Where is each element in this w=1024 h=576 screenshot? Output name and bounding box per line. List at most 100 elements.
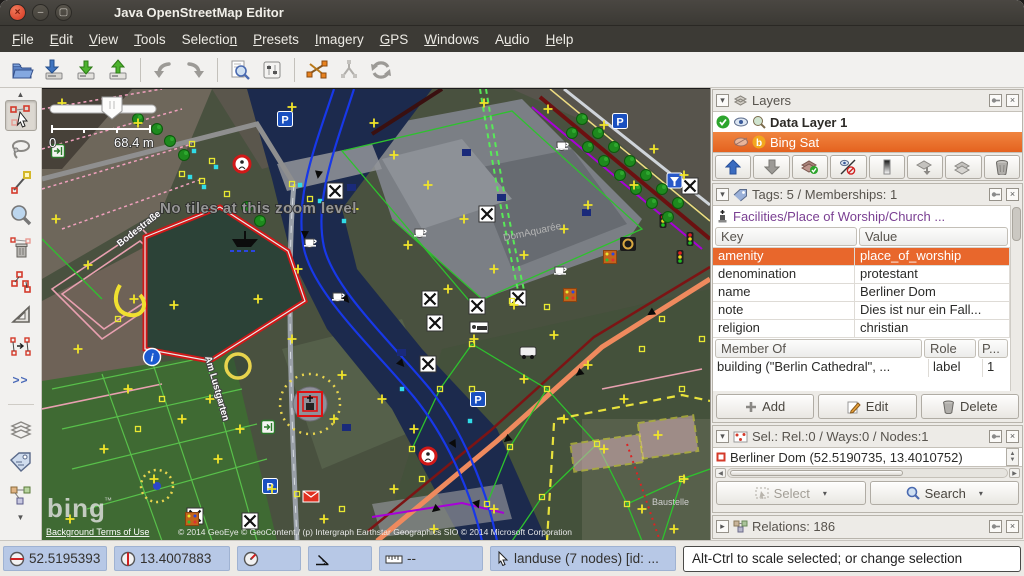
angle-snap-tool[interactable] (5, 298, 37, 329)
menu-audio[interactable]: Audio (487, 28, 538, 51)
selection-horizontal-scrollbar[interactable]: ◀ ▶ (713, 467, 1022, 479)
undo-button[interactable] (147, 55, 179, 85)
maximize-window-button[interactable]: ▢ (55, 4, 72, 21)
stick-selection-button[interactable] (989, 430, 1002, 443)
layer-merge-button[interactable] (907, 155, 943, 179)
layers-dialog-toggle[interactable] (5, 414, 37, 445)
combine-way-button[interactable] (333, 55, 365, 85)
window-controls: × – ▢ (9, 4, 72, 21)
add-tag-button[interactable]: Add (716, 394, 814, 419)
edit-tag-button[interactable]: Edit (818, 394, 916, 419)
role-column-header[interactable]: Role (924, 339, 976, 358)
toolbar-separator (217, 58, 218, 82)
download-along-button[interactable] (224, 55, 256, 85)
layer-move-up-button[interactable] (715, 155, 751, 179)
menu-windows[interactable]: Windows (416, 28, 487, 51)
area-label: Baustelle (652, 497, 689, 507)
faded-eye-icon[interactable] (734, 137, 748, 147)
visible-eye-icon[interactable] (734, 117, 748, 127)
stick-relations-button[interactable] (989, 520, 1002, 533)
scroll-right-arrow[interactable]: ▶ (1009, 468, 1020, 478)
tag-row[interactable]: noteDies ist nur ein Fall... (713, 302, 1010, 320)
layers-icon (733, 94, 748, 108)
zoom-tool[interactable] (5, 199, 37, 230)
collapse-selection-button[interactable]: ▾ (716, 430, 729, 443)
close-relations-button[interactable]: × (1006, 520, 1019, 533)
layer-move-down-button[interactable] (753, 155, 789, 179)
bing-logo: bing (47, 493, 106, 523)
dropdown-arrow-icon[interactable]: ▾ (979, 489, 983, 498)
menu-edit[interactable]: Edit (42, 28, 81, 51)
map-canvas[interactable]: P (42, 88, 710, 540)
select-tool[interactable] (5, 100, 37, 131)
delete-tag-button[interactable]: Delete (921, 394, 1019, 419)
tag-row[interactable]: amenityplace_of_worship (713, 248, 1010, 266)
layer-delete-button[interactable] (984, 155, 1020, 179)
compass-icon (243, 551, 259, 567)
relations-dialog-toggle[interactable] (5, 480, 37, 511)
preferences-button[interactable] (256, 55, 288, 85)
menu-help[interactable]: Help (538, 28, 582, 51)
list-spinner[interactable]: ▲▼ (1006, 448, 1019, 466)
split-way-button[interactable] (301, 55, 333, 85)
layer-duplicate-button[interactable] (945, 155, 981, 179)
menu-imagery[interactable]: Imagery (307, 28, 372, 51)
tag-row[interactable]: religionchristian (713, 320, 1010, 338)
delete-tool[interactable] (5, 232, 37, 263)
dropdown-arrow-icon[interactable]: ▾ (823, 489, 827, 498)
layer-activate-button[interactable] (792, 155, 828, 179)
layer-opacity-button[interactable] (869, 155, 905, 179)
layer-row-bing[interactable]: b Bing Sat (713, 132, 1022, 152)
open-file-button[interactable] (6, 55, 38, 85)
upload-button[interactable] (102, 55, 134, 85)
save-button[interactable] (38, 55, 70, 85)
layer-row-data[interactable]: Data Layer 1 (713, 112, 1022, 132)
menu-file[interactable]: File (4, 28, 42, 51)
draw-node-tool[interactable] (5, 166, 37, 197)
selection-list-item[interactable]: Berliner Dom (52.5190735, 13.4010752) ▲▼ (713, 447, 1022, 467)
tags-dialog-toggle[interactable] (5, 447, 37, 478)
member-of-column-header[interactable]: Member Of (715, 339, 922, 358)
redo-button[interactable] (179, 55, 211, 85)
tag-row[interactable]: denominationprotestant (713, 266, 1010, 284)
download-button[interactable] (70, 55, 102, 85)
search-button[interactable]: Search ▾ (870, 481, 1020, 505)
scrollbar-thumb[interactable] (730, 470, 903, 476)
stick-layers-button[interactable] (989, 94, 1002, 107)
latitude-icon (9, 551, 25, 567)
scroll-left-arrow[interactable]: ◀ (715, 468, 726, 478)
terms-of-use-link[interactable]: Background Terms of Use (46, 527, 149, 537)
close-layers-button[interactable]: × (1006, 94, 1019, 107)
more-tools-button[interactable]: >> (5, 364, 37, 395)
position-column-header[interactable]: P... (978, 339, 1008, 358)
key-column-header[interactable]: Key (715, 227, 857, 246)
stick-tags-button[interactable] (989, 188, 1002, 201)
collapse-tags-button[interactable]: ▾ (716, 188, 729, 201)
close-tags-button[interactable]: × (1006, 188, 1019, 201)
value-column-header[interactable]: Value (859, 227, 1008, 246)
minimize-window-button[interactable]: – (32, 4, 49, 21)
parallel-way-tool[interactable] (5, 331, 37, 362)
lasso-tool[interactable] (5, 133, 37, 164)
membership-row[interactable]: building ("Berlin Cathedral", ... label … (713, 359, 1010, 377)
expand-relations-button[interactable]: ▸ (716, 520, 729, 533)
tools-scroll-down-icon[interactable]: ▼ (17, 512, 25, 522)
select-button[interactable]: Select ▾ (716, 481, 866, 505)
layer-show-hide-button[interactable] (830, 155, 866, 179)
tag-row[interactable]: nameBerliner Dom (713, 284, 1010, 302)
tag-table: amenityplace_of_worship denominationprot… (713, 247, 1010, 338)
menu-gps[interactable]: GPS (372, 28, 417, 51)
close-window-button[interactable]: × (9, 4, 26, 21)
refresh-button[interactable] (365, 55, 397, 85)
menu-view[interactable]: View (81, 28, 126, 51)
unglue-tool[interactable] (5, 265, 37, 296)
heading-readout (237, 546, 301, 571)
menu-tools[interactable]: Tools (126, 28, 174, 51)
collapse-layers-button[interactable]: ▾ (716, 94, 729, 107)
preset-link[interactable]: Facilities/Place of Worship/Church ... (713, 205, 1010, 226)
menu-selection[interactable]: Selection (174, 28, 246, 51)
tags-vertical-scrollbar[interactable] (1010, 205, 1022, 391)
close-selection-button[interactable]: × (1006, 430, 1019, 443)
menu-presets[interactable]: Presets (245, 28, 307, 51)
tools-scroll-up-icon[interactable]: ▲ (17, 89, 25, 99)
